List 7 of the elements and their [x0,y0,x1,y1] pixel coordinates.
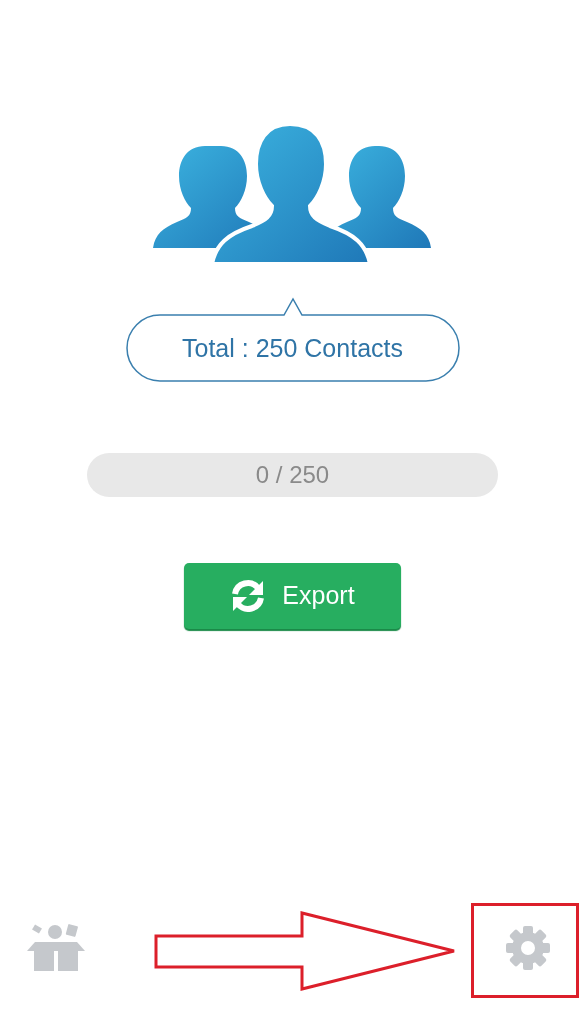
total-label: Total : 250 Contacts [182,333,403,365]
box-icon[interactable] [27,924,85,972]
people-icon [152,124,433,264]
progress-reading: 0 / 250 [255,460,330,490]
settings-icon[interactable] [505,925,551,971]
refresh-icon [230,579,267,613]
export-button[interactable]: Export [184,563,401,629]
